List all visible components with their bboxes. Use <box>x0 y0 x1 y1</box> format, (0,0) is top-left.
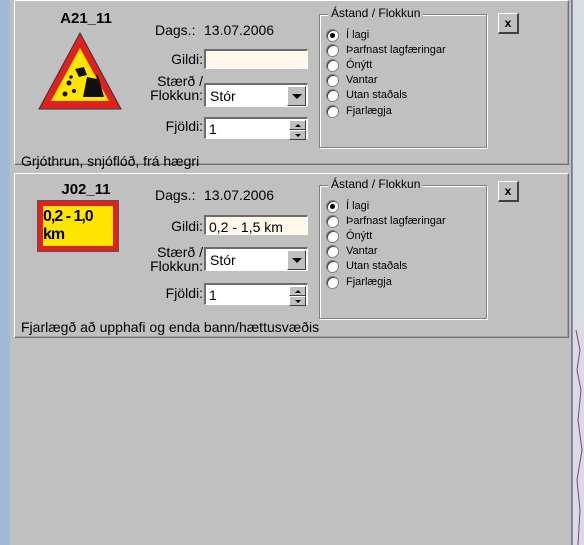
date-value: 13.07.2006 <box>204 22 275 38</box>
count-stepper[interactable]: 1 <box>204 117 308 140</box>
chevron-down-icon <box>291 93 302 99</box>
size-label: Stærð / Flokkun: <box>150 73 203 103</box>
size-select[interactable]: Stór <box>204 83 308 107</box>
sign-description: Fjarlægð að upphafi og enda bann/hættusv… <box>21 319 320 335</box>
count-label: Fjöldi: <box>165 285 203 301</box>
date-label: Dags.: <box>155 22 196 38</box>
condition-option[interactable]: Í lagi <box>326 199 369 213</box>
radio-icon[interactable] <box>326 73 339 87</box>
sign-list-window: A21_11 Dags.: 13.07.2006 Gildi: Stærð / … <box>10 0 572 545</box>
close-button[interactable]: x <box>498 13 519 34</box>
gildi-label: Gildi: <box>171 218 203 234</box>
condition-group: Ástand / Flokkun Í lagi Þarfnast lagfæri… <box>319 6 487 148</box>
condition-option[interactable]: Utan staðals <box>326 88 407 102</box>
count-value: 1 <box>209 287 217 303</box>
falling-rocks-sign-icon <box>38 31 122 110</box>
condition-group: Ástand / Flokkun Í lagi Þarfnast lagfæri… <box>319 177 487 319</box>
radio-icon[interactable] <box>326 58 339 72</box>
radio-icon[interactable] <box>326 229 339 243</box>
radio-selected-icon[interactable] <box>326 28 339 42</box>
stepper-down-button[interactable] <box>289 296 306 306</box>
background-left-strip <box>0 0 10 545</box>
condition-group-title: Ástand / Flokkun <box>328 6 424 20</box>
radio-icon[interactable] <box>326 214 339 228</box>
background-map-line <box>575 330 583 545</box>
distance-plate-sign-icon: 0,2 - 1,0 km <box>37 200 119 252</box>
arrow-down-icon <box>294 299 301 303</box>
sign-plate-text: 0,2 - 1,0 km <box>43 206 113 246</box>
gildi-input[interactable] <box>204 49 308 69</box>
count-value: 1 <box>209 121 217 137</box>
radio-selected-icon[interactable] <box>326 199 339 213</box>
condition-option[interactable]: Vantar <box>326 73 378 87</box>
radio-icon[interactable] <box>326 275 339 289</box>
condition-option[interactable]: Í lagi <box>326 28 369 42</box>
radio-icon[interactable] <box>326 104 339 118</box>
condition-option[interactable]: Utan staðals <box>326 259 407 273</box>
size-select-value: Stór <box>210 88 236 104</box>
date-value: 13.07.2006 <box>204 187 275 203</box>
condition-option[interactable]: Þarfnast lagfæringar <box>326 43 446 57</box>
sign-code: J02_11 <box>61 181 111 198</box>
stepper-up-button[interactable] <box>289 286 306 296</box>
size-select-value: Stór <box>210 252 236 268</box>
dropdown-arrow-button[interactable] <box>287 86 306 106</box>
condition-option[interactable]: Fjarlægja <box>326 275 392 289</box>
dropdown-arrow-button[interactable] <box>287 250 306 270</box>
condition-option[interactable]: Vantar <box>326 244 378 258</box>
size-label: Stærð / Flokkun: <box>150 244 203 274</box>
condition-option[interactable]: Fjarlægja <box>326 104 392 118</box>
radio-icon[interactable] <box>326 43 339 57</box>
condition-option[interactable]: Þarfnast lagfæringar <box>326 214 446 228</box>
stepper-down-button[interactable] <box>289 130 306 140</box>
sign-card: A21_11 Dags.: 13.07.2006 Gildi: Stærð / … <box>14 0 569 169</box>
count-stepper[interactable]: 1 <box>204 283 308 306</box>
arrow-down-icon <box>294 133 301 137</box>
condition-group-title: Ástand / Flokkun <box>328 177 424 191</box>
arrow-up-icon <box>294 123 301 127</box>
size-select[interactable]: Stór <box>204 247 308 271</box>
stepper-up-button[interactable] <box>289 120 306 130</box>
date-label: Dags.: <box>155 187 196 203</box>
condition-option[interactable]: Ónýtt <box>326 229 372 243</box>
arrow-up-icon <box>294 289 301 293</box>
count-label: Fjöldi: <box>165 118 203 134</box>
gildi-input[interactable]: 0,2 - 1,5 km <box>204 215 308 235</box>
gildi-label: Gildi: <box>171 51 203 67</box>
radio-icon[interactable] <box>326 88 339 102</box>
chevron-down-icon <box>291 257 302 263</box>
radio-icon[interactable] <box>326 244 339 258</box>
condition-option[interactable]: Ónýtt <box>326 58 372 72</box>
sign-code: A21_11 <box>60 10 112 27</box>
sign-description: Grjóthrun, snjóflóð, frá hægri <box>21 153 200 169</box>
radio-icon[interactable] <box>326 259 339 273</box>
close-button[interactable]: x <box>498 181 519 202</box>
sign-card: J02_11 0,2 - 1,0 km Dags.: 13.07.2006 Gi… <box>14 173 569 338</box>
